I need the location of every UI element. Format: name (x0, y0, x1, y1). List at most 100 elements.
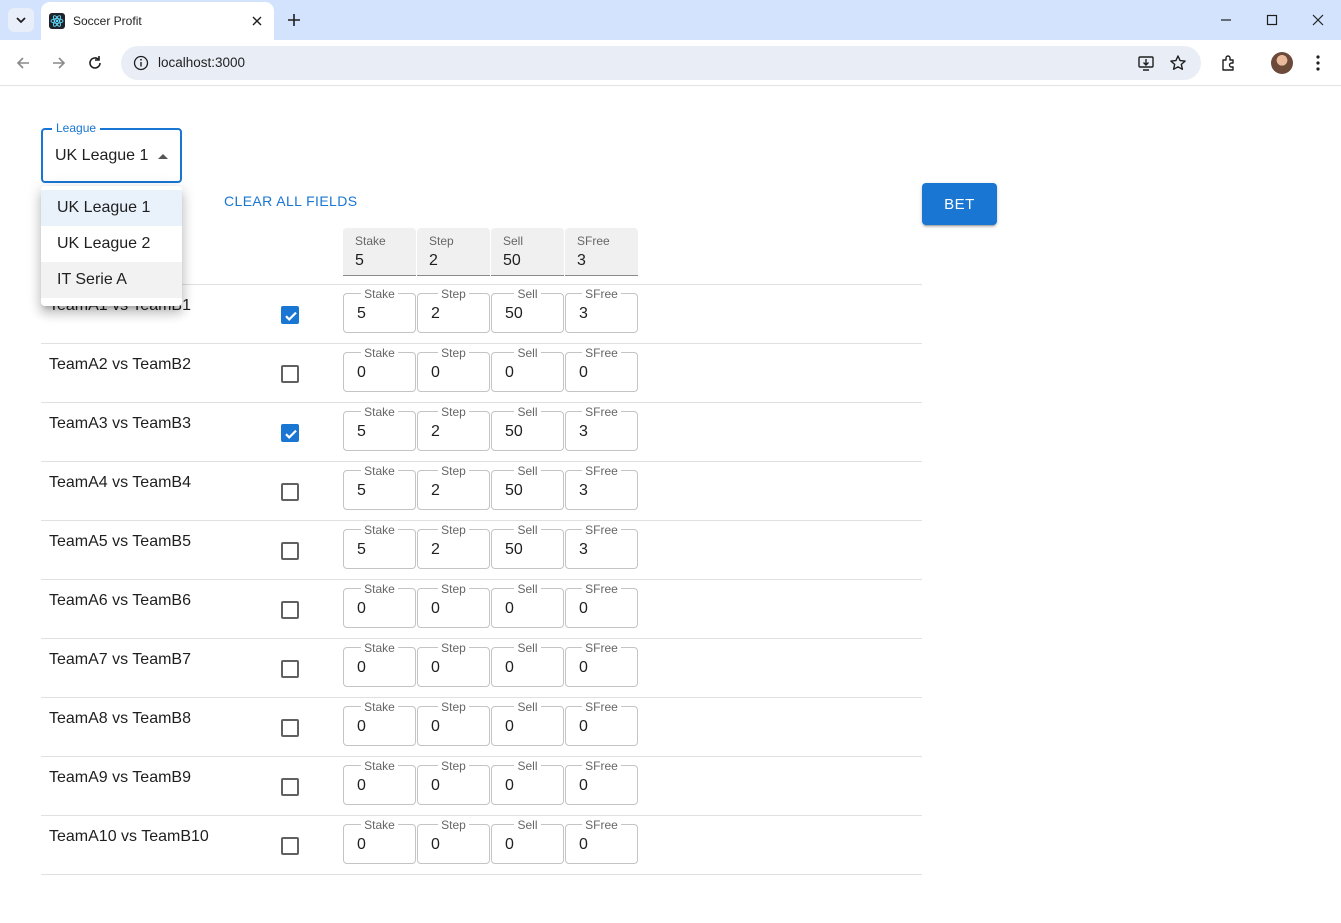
maximize-button[interactable] (1249, 0, 1295, 40)
sell-input[interactable]: Sell 0 (491, 346, 564, 392)
stake-input[interactable]: Stake 5 (343, 464, 416, 510)
stake-input[interactable]: Stake 0 (343, 641, 416, 687)
sfree-input[interactable]: SFree 0 (565, 346, 638, 392)
sfree-input[interactable]: SFree 3 (565, 464, 638, 510)
match-checkbox[interactable] (281, 601, 299, 619)
stake-input[interactable]: Stake 5 (343, 287, 416, 333)
step-input[interactable]: Step 0 (417, 700, 490, 746)
field-label-wrap: Step (418, 580, 489, 598)
field-label-wrap: Step (418, 462, 489, 480)
step-input[interactable]: Step 0 (417, 759, 490, 805)
minimize-button[interactable] (1203, 0, 1249, 40)
step-input[interactable]: Step 2 (417, 523, 490, 569)
field-value: 3 (577, 252, 586, 269)
match-checkbox[interactable] (281, 483, 299, 501)
sell-input[interactable]: Sell 0 (491, 759, 564, 805)
field-value: 0 (357, 777, 366, 794)
sell-input[interactable]: Sell 0 (491, 818, 564, 864)
field-label: Sell (514, 287, 541, 301)
match-checkbox[interactable] (281, 719, 299, 737)
field-label: Step (438, 582, 469, 596)
sfree-input[interactable]: SFree 3 (565, 523, 638, 569)
sell-input[interactable]: Sell 50 (491, 405, 564, 451)
stake-input[interactable]: Stake 5 (343, 405, 416, 451)
step-input[interactable]: Step 0 (417, 582, 490, 628)
sfree-input[interactable]: SFree 0 (565, 818, 638, 864)
sfree-input[interactable]: SFree 0 (565, 700, 638, 746)
league-option-it-serie-a[interactable]: IT Serie A (41, 262, 182, 298)
match-checkbox[interactable] (281, 778, 299, 796)
field-value: 0 (505, 600, 514, 617)
league-selected-value: UK League 1 (55, 147, 149, 164)
bet-button[interactable]: BET (922, 183, 997, 225)
sell-input[interactable]: Sell 50 (491, 523, 564, 569)
field-label: SFree (582, 346, 621, 360)
match-checkbox[interactable] (281, 365, 299, 383)
match-checkbox[interactable] (281, 424, 299, 442)
match-checkbox[interactable] (281, 837, 299, 855)
match-row: TeamA5 vs TeamB5 Stake 5 Step 2 Sell 50 SFree 3 (41, 521, 922, 580)
master-step-field[interactable]: Step 2 (417, 228, 490, 276)
sfree-input[interactable]: SFree 0 (565, 641, 638, 687)
step-input[interactable]: Step 0 (417, 818, 490, 864)
kebab-menu-icon[interactable] (1307, 52, 1329, 74)
sell-input[interactable]: Sell 0 (491, 700, 564, 746)
profile-avatar[interactable] (1271, 52, 1293, 74)
extensions-icon[interactable] (1218, 52, 1240, 74)
step-input[interactable]: Step 2 (417, 287, 490, 333)
sfree-input[interactable]: SFree 0 (565, 582, 638, 628)
field-label: Sell (514, 464, 541, 478)
bookmark-star-icon[interactable] (1168, 53, 1188, 73)
new-tab-button[interactable] (282, 8, 306, 32)
match-checkbox[interactable] (281, 660, 299, 678)
reload-button[interactable] (81, 49, 109, 77)
forward-button[interactable] (45, 49, 73, 77)
league-option-uk-league-2[interactable]: UK League 2 (41, 226, 182, 262)
clear-all-fields-button[interactable]: CLEAR ALL FIELDS (218, 190, 364, 212)
master-stake-field[interactable]: Stake 5 (343, 228, 416, 276)
step-input[interactable]: Step 2 (417, 464, 490, 510)
master-sell-field[interactable]: Sell 50 (491, 228, 564, 276)
checkmark-icon (285, 311, 297, 321)
step-input[interactable]: Step 0 (417, 641, 490, 687)
minimize-icon (1221, 19, 1231, 21)
match-fields: Stake 5 Step 2 Sell 50 SFree 3 (343, 464, 638, 510)
match-checkbox[interactable] (281, 542, 299, 560)
close-window-button[interactable] (1295, 0, 1341, 40)
sfree-input[interactable]: SFree 3 (565, 405, 638, 451)
sell-input[interactable]: Sell 0 (491, 582, 564, 628)
stake-input[interactable]: Stake 5 (343, 523, 416, 569)
field-label-wrap: Step (418, 521, 489, 539)
stake-input[interactable]: Stake 0 (343, 700, 416, 746)
address-bar[interactable]: localhost:3000 (121, 46, 1201, 80)
browser-tab[interactable]: Soccer Profit (41, 2, 274, 40)
master-sfree-field[interactable]: SFree 3 (565, 228, 638, 276)
install-app-icon[interactable] (1136, 53, 1156, 73)
field-value: 5 (355, 252, 364, 269)
stake-input[interactable]: Stake 0 (343, 582, 416, 628)
step-input[interactable]: Step 0 (417, 346, 490, 392)
match-fields: Stake 5 Step 2 Sell 50 SFree 3 (343, 523, 638, 569)
stake-input[interactable]: Stake 0 (343, 818, 416, 864)
match-checkbox[interactable] (281, 306, 299, 324)
sell-input[interactable]: Sell 50 (491, 464, 564, 510)
tab-close-icon[interactable] (248, 12, 266, 30)
league-select[interactable]: League UK League 1 (41, 121, 182, 183)
site-info-icon[interactable] (131, 53, 151, 73)
sell-input[interactable]: Sell 50 (491, 287, 564, 333)
field-label: SFree (582, 700, 621, 714)
step-input[interactable]: Step 2 (417, 405, 490, 451)
sfree-input[interactable]: SFree 0 (565, 759, 638, 805)
tab-search-button[interactable] (8, 8, 34, 32)
league-option-uk-league-1[interactable]: UK League 1 (41, 190, 182, 226)
field-label-wrap: SFree (566, 403, 637, 421)
sfree-input[interactable]: SFree 3 (565, 287, 638, 333)
stake-input[interactable]: Stake 0 (343, 346, 416, 392)
field-value: 0 (357, 718, 366, 735)
stake-input[interactable]: Stake 0 (343, 759, 416, 805)
sell-input[interactable]: Sell 0 (491, 641, 564, 687)
back-button[interactable] (9, 49, 37, 77)
field-value: 5 (357, 482, 366, 499)
field-value: 0 (431, 777, 440, 794)
field-label-wrap: Sell (492, 698, 563, 716)
